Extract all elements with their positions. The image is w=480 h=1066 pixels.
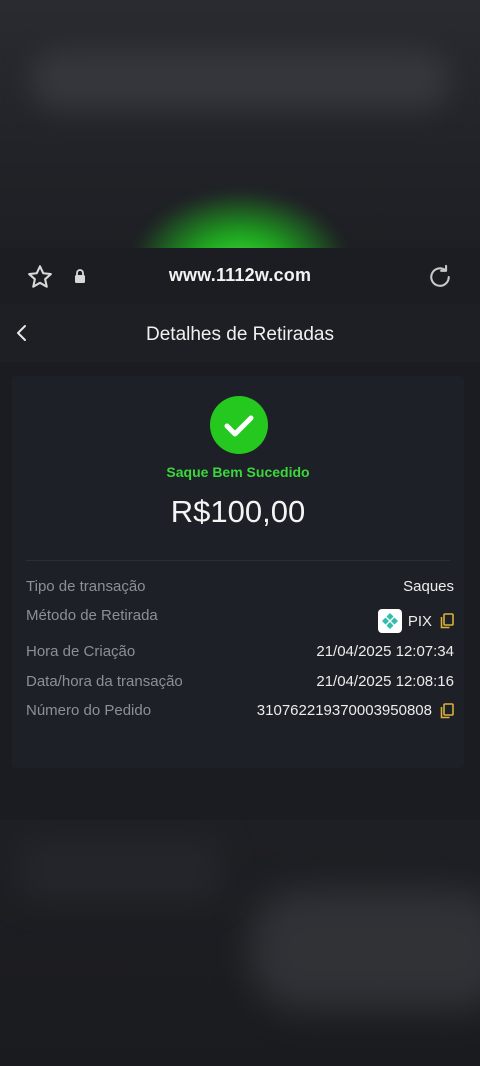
- row-withdrawal-method: Método de Retirada PIX: [26, 607, 454, 633]
- row-value: 21/04/2025 12:07:34: [316, 643, 454, 660]
- row-label: Hora de Criação: [26, 643, 136, 660]
- green-glow: [130, 190, 350, 248]
- status-text: Saque Bem Sucedido: [166, 464, 310, 480]
- transaction-datetime-value: 21/04/2025 12:08:16: [316, 673, 454, 690]
- browser-url-bar: www.1112w.com: [0, 248, 480, 304]
- row-creation-time: Hora de Criação 21/04/2025 12:07:34: [26, 643, 454, 665]
- transaction-type-value: Saques: [403, 578, 454, 595]
- amount-text: R$100,00: [170, 494, 306, 529]
- row-label: Tipo de transação: [26, 578, 146, 595]
- row-order-number: Número do Pedido 310762219370003950808: [26, 702, 454, 724]
- blurred-top-area: [0, 0, 480, 248]
- blurred-bar: [30, 50, 450, 110]
- url-text[interactable]: www.1112w.com: [0, 265, 480, 286]
- blurred-shape: [20, 840, 220, 900]
- row-value: 21/04/2025 12:08:16: [316, 673, 454, 690]
- row-label: Método de Retirada: [26, 607, 158, 624]
- copy-icon[interactable]: [440, 702, 454, 719]
- page-title: Detalhes de Retiradas: [146, 324, 334, 345]
- row-label: Data/hora da transação: [26, 673, 183, 690]
- success-check-icon: [210, 396, 268, 454]
- row-value: Saques: [403, 578, 454, 595]
- main-content: Saque Bem Sucedido R$100,00 Tipo de tran…: [0, 362, 480, 820]
- copy-icon[interactable]: [440, 613, 454, 629]
- row-transaction-type: Tipo de transação Saques: [26, 578, 454, 600]
- row-value: PIX: [377, 609, 454, 633]
- creation-time-value: 21/04/2025 12:07:34: [316, 643, 454, 660]
- divider: [26, 560, 450, 561]
- blurred-bottom-area: [0, 820, 480, 1066]
- withdrawal-method-value: PIX: [407, 612, 432, 630]
- blurred-shape: [250, 890, 480, 1010]
- pix-logo-icon: [377, 609, 402, 633]
- app-header: Detalhes de Retiradas: [0, 304, 480, 362]
- order-number-value: 310762219370003950808: [256, 702, 432, 719]
- row-value: 310762219370003950808: [257, 702, 454, 719]
- reload-icon[interactable]: [426, 263, 454, 291]
- withdrawal-details-card: Saque Bem Sucedido R$100,00 Tipo de tran…: [12, 376, 464, 768]
- row-label: Número do Pedido: [26, 702, 152, 719]
- row-transaction-datetime: Data/hora da transação 21/04/2025 12:08:…: [26, 673, 454, 695]
